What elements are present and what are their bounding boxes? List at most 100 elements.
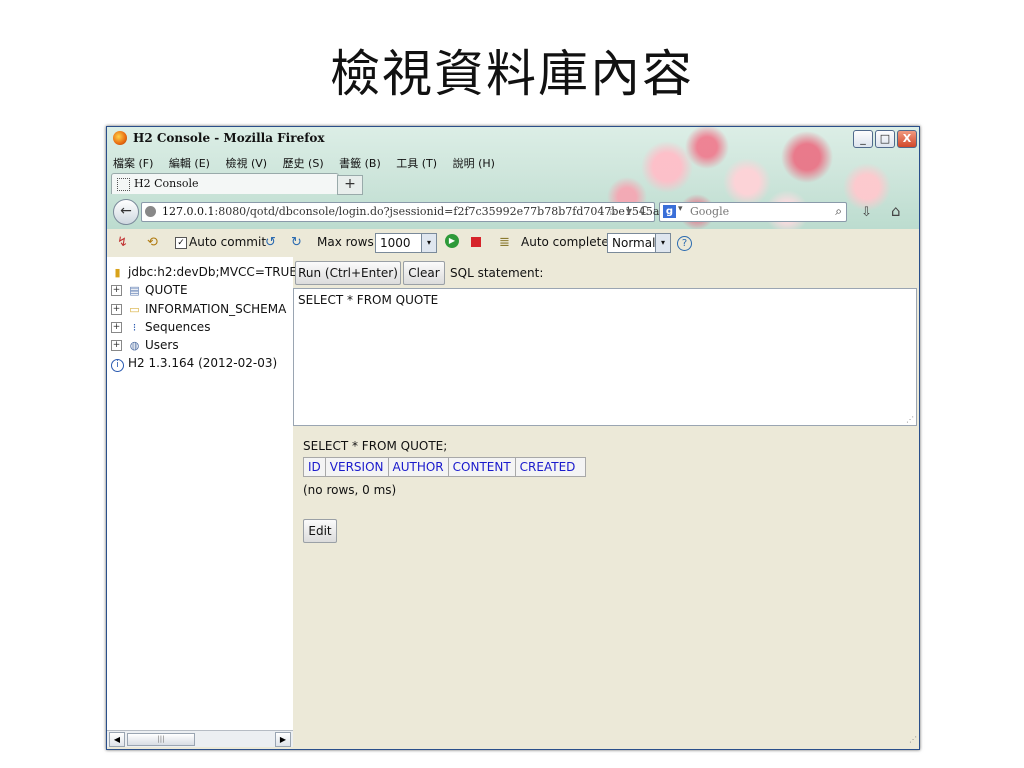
menu-edit[interactable]: 編輯 (E) — [169, 157, 210, 170]
sql-input[interactable]: SELECT * FROM QUOTE ⋰ — [293, 288, 917, 426]
commit-icon[interactable]: ↻ — [291, 235, 302, 250]
tree-item-quote[interactable]: + ▤ QUOTE — [111, 283, 297, 301]
auto-complete-label: Auto complete — [521, 235, 609, 249]
schema-tree: ▮ jdbc:h2:devDb;MVCC=TRUE + ▤ QUOTE + ▭ INFOR… — [111, 265, 297, 375]
help-icon[interactable]: ? — [677, 236, 692, 251]
results-panel: SELECT * FROM QUOTE; ID VERSION AUTHOR C… — [293, 427, 919, 746]
search-bar[interactable]: g ▾ Google ⌕ — [659, 202, 847, 222]
result-table: ID VERSION AUTHOR CONTENT CREATED — [303, 457, 587, 477]
table-icon: ▤ — [129, 284, 140, 298]
column-header-created[interactable]: CREATED — [514, 457, 587, 477]
maximize-button[interactable]: □ — [875, 130, 895, 148]
url-text[interactable]: 127.0.0.1:8080/qotd/dbconsole/login.do?j… — [162, 205, 666, 218]
h2-toolbar: ↯ ⟲ ✓ Auto commit ↺ ↻ Max rows: 1000 ▾ ▶ … — [107, 231, 919, 255]
title-bar: H2 Console - Mozilla Firefox _ □ X — [107, 127, 919, 149]
info-icon: i — [111, 359, 124, 373]
menu-help[interactable]: 說明 (H) — [453, 157, 495, 170]
folder-icon: ▭ — [129, 302, 140, 316]
menu-tools[interactable]: 工具 (T) — [396, 157, 437, 170]
schema-tree-panel: ▮ jdbc:h2:devDb;MVCC=TRUE + ▤ QUOTE + ▭ INFOR… — [107, 257, 297, 730]
table-header-row: ID VERSION AUTHOR CONTENT CREATED — [303, 457, 587, 477]
disconnect-icon[interactable]: ↯ — [117, 235, 128, 250]
max-rows-label: Max rows: — [317, 235, 378, 249]
stop-icon[interactable] — [471, 237, 481, 247]
sidebar-horizontal-scrollbar[interactable]: ◀ ||| ▶ — [107, 730, 293, 747]
new-tab-button[interactable]: + — [337, 175, 363, 195]
expand-icon[interactable]: + — [111, 303, 122, 315]
menu-bar: 檔案 (F) 編輯 (E) 檢視 (V) 歷史 (S) 書籤 (B) 工具 (T… — [113, 155, 507, 171]
url-dropdown-icon[interactable]: ▾ — [626, 204, 632, 218]
page-icon — [117, 178, 130, 191]
tree-item-label: Sequences — [145, 319, 211, 334]
menu-history[interactable]: 歷史 (S) — [283, 157, 324, 170]
users-icon: ◍ — [129, 339, 140, 353]
chevron-down-icon: ▾ — [421, 234, 436, 252]
max-rows-select[interactable]: 1000 ▾ — [375, 233, 437, 253]
tree-item-label: Users — [145, 338, 179, 353]
column-header-author[interactable]: AUTHOR — [387, 457, 449, 477]
expand-icon[interactable]: + — [111, 321, 122, 333]
expand-icon[interactable]: + — [111, 340, 122, 352]
run-button[interactable]: Run (Ctrl+Enter) — [295, 261, 401, 285]
slide-title: 檢視資料庫內容 — [330, 45, 694, 103]
sequence-icon: ⁝ — [132, 320, 137, 334]
tree-item-information-schema[interactable]: + ▭ INFORMATION_SCHEMA — [111, 302, 297, 320]
tree-version: i H2 1.3.164 (2012-02-03) — [111, 356, 297, 374]
chevron-down-icon: ▾ — [655, 234, 670, 252]
auto-commit-checkbox[interactable]: ✓ — [175, 237, 187, 249]
tab-h2-console[interactable]: H2 Console — [111, 173, 339, 194]
google-icon[interactable]: g — [663, 205, 676, 218]
navigation-bar: ← 127.0.0.1:8080/qotd/dbconsole/login.do… — [107, 197, 919, 227]
scroll-thumb[interactable]: ||| — [127, 733, 195, 746]
resize-grip-icon[interactable]: ⋰ — [906, 415, 914, 424]
search-engine-dropdown-icon[interactable]: ▾ — [678, 204, 683, 214]
scroll-left-icon[interactable]: ◀ — [109, 732, 125, 747]
url-bar[interactable]: 127.0.0.1:8080/qotd/dbconsole/login.do?j… — [141, 202, 666, 222]
home-icon[interactable]: ⌂ — [891, 202, 901, 220]
rollback-icon[interactable]: ↺ — [265, 235, 276, 250]
sql-text[interactable]: SELECT * FROM QUOTE — [298, 293, 438, 307]
download-icon[interactable]: ⇩ — [861, 205, 872, 220]
scroll-right-icon[interactable]: ▶ — [275, 732, 291, 747]
clear-button[interactable]: Clear — [403, 261, 445, 285]
menu-file[interactable]: 檔案 (F) — [113, 157, 153, 170]
run-icon[interactable]: ▶ — [445, 234, 459, 248]
search-icon[interactable]: ⌕ — [835, 204, 842, 219]
tree-item-users[interactable]: + ◍ Users — [111, 338, 297, 356]
menu-bookmarks[interactable]: 書籤 (B) — [339, 157, 381, 170]
column-header-content[interactable]: CONTENT — [447, 457, 516, 477]
refresh-icon[interactable]: ⟲ — [147, 235, 158, 250]
browser-window: H2 Console - Mozilla Firefox _ □ X 檔案 (F… — [106, 126, 920, 750]
browser-chrome: H2 Console - Mozilla Firefox _ □ X 檔案 (F… — [107, 127, 919, 229]
version-label: H2 1.3.164 (2012-02-03) — [128, 356, 278, 371]
resize-grip-icon[interactable]: ⋰ — [909, 735, 917, 744]
result-statement: SELECT * FROM QUOTE; — [303, 439, 448, 453]
auto-commit-label: Auto commit — [189, 235, 267, 249]
bookmark-star-icon[interactable]: ☆ — [607, 204, 618, 218]
result-info: (no rows, 0 ms) — [303, 483, 397, 497]
edit-button[interactable]: Edit — [303, 519, 337, 543]
auto-complete-select[interactable]: Normal ▾ — [607, 233, 671, 253]
firefox-icon — [113, 131, 127, 145]
site-identity-icon[interactable] — [145, 206, 156, 217]
sql-statement-label: SQL statement: — [450, 266, 544, 280]
column-header-id[interactable]: ID — [303, 457, 326, 477]
tree-item-label: INFORMATION_SCHEMA — [145, 301, 287, 316]
connection-label: jdbc:h2:devDb;MVCC=TRUE — [128, 265, 297, 279]
tab-strip: H2 Console + — [107, 171, 919, 195]
column-header-version[interactable]: VERSION — [324, 457, 389, 477]
window-title: H2 Console - Mozilla Firefox — [133, 131, 325, 145]
tree-item-sequences[interactable]: + ⁝ Sequences — [111, 320, 297, 338]
search-input[interactable]: Google — [690, 205, 729, 218]
menu-view[interactable]: 檢視 (V) — [225, 157, 267, 170]
expand-icon[interactable]: + — [111, 285, 122, 297]
close-button[interactable]: X — [897, 130, 917, 148]
history-icon[interactable]: ≣ — [499, 235, 510, 250]
tree-item-label: QUOTE — [145, 283, 188, 298]
back-button[interactable]: ← — [113, 199, 139, 225]
sql-editor-bar: Run (Ctrl+Enter) Clear SQL statement: — [293, 261, 919, 287]
database-icon: ▮ — [114, 266, 121, 279]
reload-icon[interactable]: C — [640, 204, 648, 218]
minimize-button[interactable]: _ — [853, 130, 873, 148]
tree-connection[interactable]: ▮ jdbc:h2:devDb;MVCC=TRUE — [111, 265, 297, 283]
